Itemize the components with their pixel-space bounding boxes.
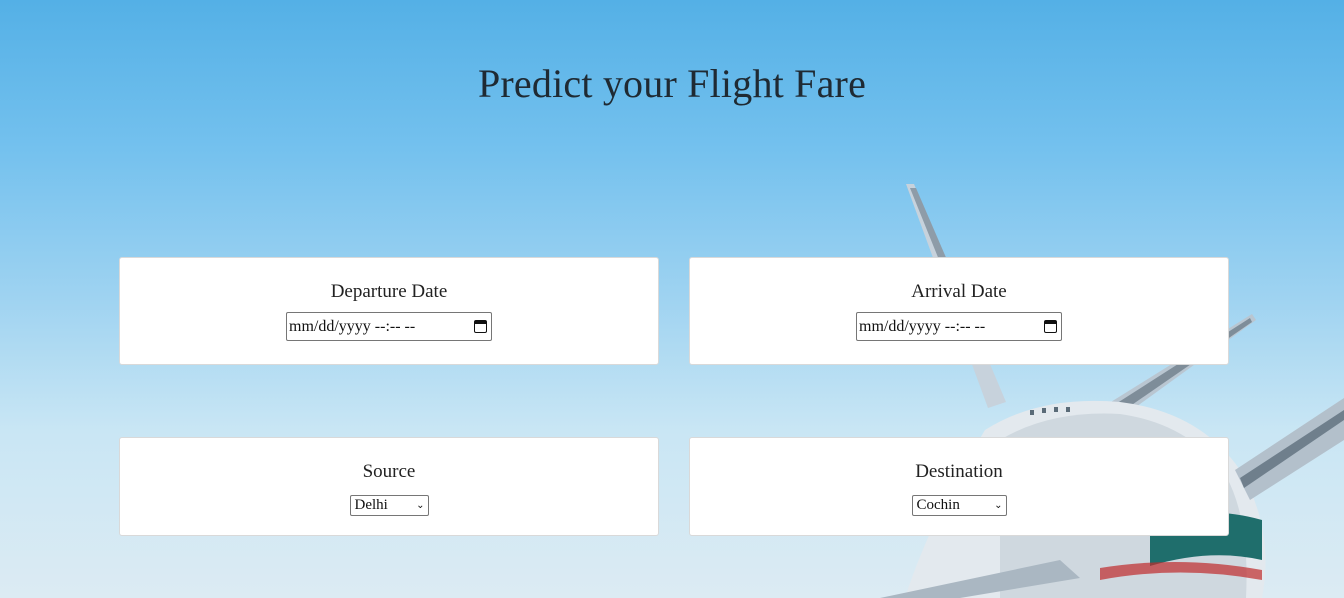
departure-date-label: Departure Date — [330, 281, 448, 302]
page-background: Predict your Flight Fare Departure Date … — [0, 0, 1344, 598]
departure-date-placeholder: mm/dd/yyyy --:-- -- — [289, 317, 416, 335]
arrival-date-input[interactable]: mm/dd/yyyy --:-- -- — [856, 312, 1062, 341]
destination-select[interactable]: Cochin ⌄ — [911, 495, 1007, 516]
departure-date-card: Departure Date mm/dd/yyyy --:-- -- — [119, 257, 659, 365]
page-title: Predict your Flight Fare — [477, 61, 867, 106]
arrival-date-card: Arrival Date mm/dd/yyyy --:-- -- — [689, 257, 1229, 365]
source-label: Source — [362, 461, 416, 482]
source-card: Source Delhi ⌄ — [119, 437, 659, 536]
chevron-down-icon: ⌄ — [416, 500, 425, 511]
calendar-icon[interactable] — [474, 320, 487, 333]
destination-selected-value: Cochin — [916, 497, 960, 513]
destination-card: Destination Cochin ⌄ — [689, 437, 1229, 536]
chevron-down-icon: ⌄ — [994, 500, 1003, 511]
arrival-date-label: Arrival Date — [911, 281, 1007, 302]
arrival-date-placeholder: mm/dd/yyyy --:-- -- — [859, 317, 986, 335]
source-select[interactable]: Delhi ⌄ — [349, 495, 429, 516]
calendar-icon[interactable] — [1044, 320, 1057, 333]
departure-date-input[interactable]: mm/dd/yyyy --:-- -- — [286, 312, 492, 341]
destination-label: Destination — [915, 461, 1003, 482]
source-selected-value: Delhi — [354, 497, 388, 513]
